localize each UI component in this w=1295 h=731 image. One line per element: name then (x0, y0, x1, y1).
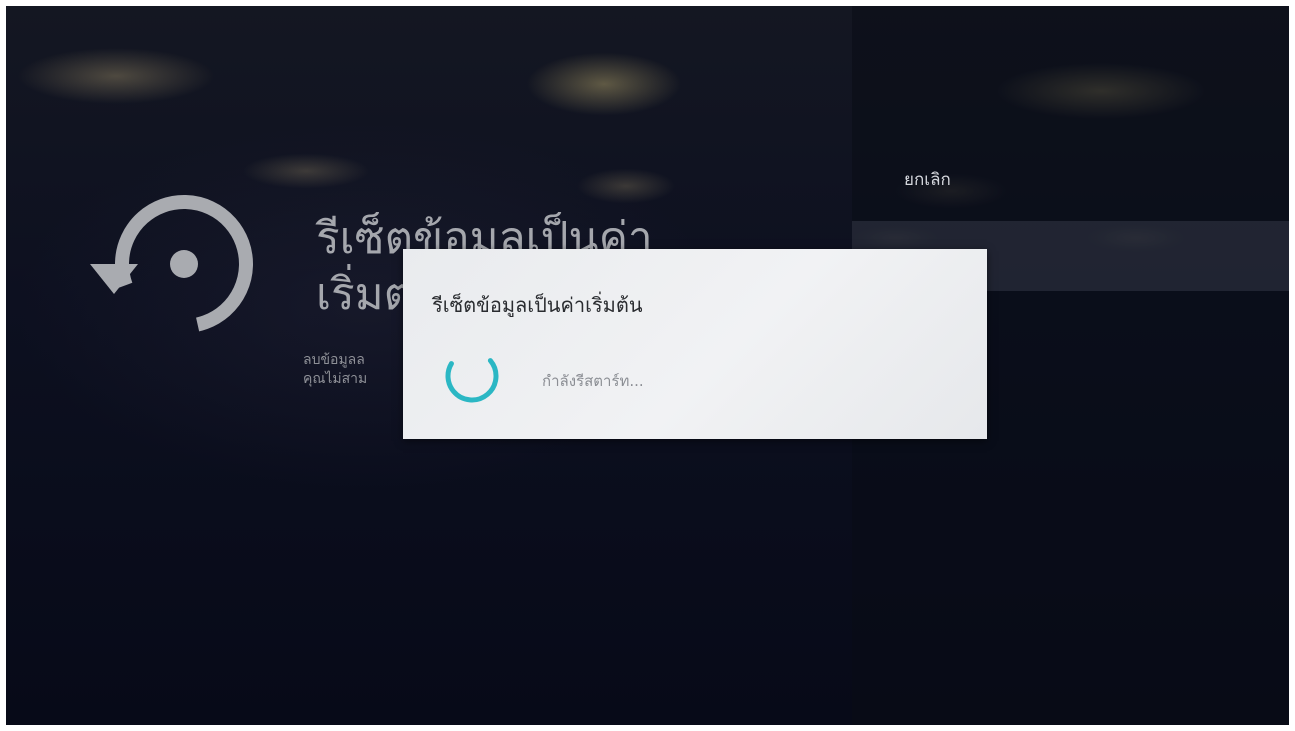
tv-screen: ยกเลิก ง รีเซ็ตข้อมูลเป็นค่า เริ่มต ลบข้… (6, 6, 1289, 725)
page-description: ลบข้อมูลล คุณไม่สาม (303, 352, 368, 387)
loading-spinner-icon (445, 349, 499, 403)
progress-dialog: รีเซ็ตข้อมูลเป็นค่าเริ่มต้น กำลังรีสตาร์… (403, 249, 987, 439)
menu-item-cancel[interactable]: ยกเลิก (904, 166, 951, 193)
reset-icon (90, 195, 253, 333)
status-text: กำลังรีสตาร์ท... (542, 372, 644, 390)
dialog-title: รีเซ็ตข้อมูลเป็นค่าเริ่มต้น (432, 293, 643, 317)
